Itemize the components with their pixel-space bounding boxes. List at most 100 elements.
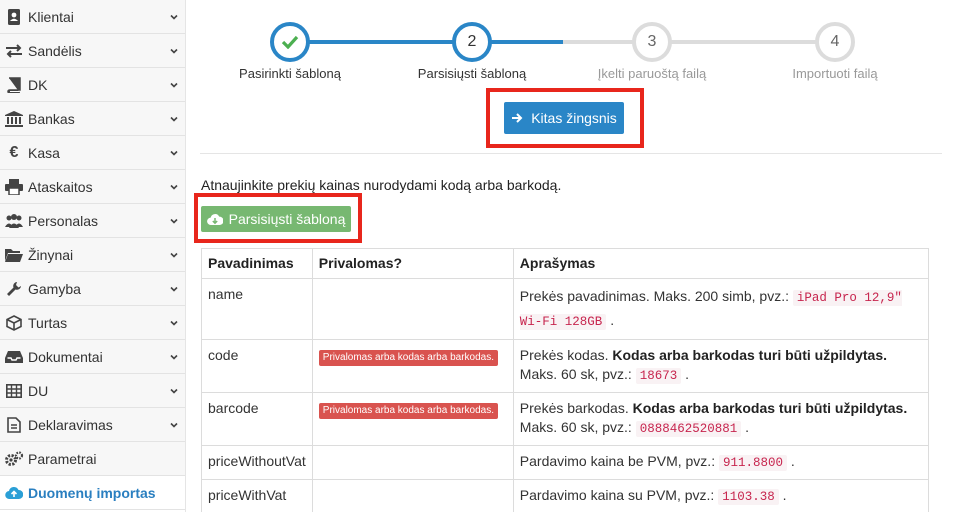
column-header-required: Privalomas? xyxy=(311,248,514,279)
sidebar-item-zinynai[interactable]: Žinynai xyxy=(0,238,185,272)
field-name: code xyxy=(201,339,313,393)
description-text: Pardavimo kaina be PVM, pvz.: xyxy=(519,453,719,469)
arrow-right-icon xyxy=(512,113,523,123)
step-3-circle: 3 xyxy=(632,22,672,62)
file-text-icon xyxy=(4,416,24,434)
intro-text: Atnaujinkite prekių kainas nurodydami ko… xyxy=(201,177,562,193)
sidebar-item-label: Sandėlis xyxy=(28,42,82,59)
cogs-icon xyxy=(4,450,24,468)
download-template-button[interactable]: Parsisiųsti šabloną xyxy=(201,206,351,232)
chevron-down-icon xyxy=(170,422,178,428)
bank-icon xyxy=(4,110,24,128)
sidebar-item-label: Deklaravimas xyxy=(28,416,113,433)
sidebar-item-sandelis[interactable]: Sandėlis xyxy=(0,34,185,68)
sidebar-item-klientai[interactable]: Klientai xyxy=(0,0,185,34)
sidebar-item-label: Personalas xyxy=(28,212,99,229)
sidebar-item-bankas[interactable]: Bankas xyxy=(0,102,185,136)
step-number: 3 xyxy=(647,33,657,50)
exchange-arrows-icon xyxy=(4,42,24,60)
field-required xyxy=(311,278,514,340)
example-value: 18673 xyxy=(635,368,682,384)
description-text: Prekės barkodas. xyxy=(519,400,633,416)
example-value: 0888462520881 xyxy=(635,421,742,437)
fields-table: Pavadinimas Privalomas? Aprašymas name P… xyxy=(201,248,930,512)
euro-icon: € xyxy=(9,143,19,161)
chevron-down-icon xyxy=(170,252,178,258)
description-end: . xyxy=(790,453,795,469)
step-number: 2 xyxy=(467,33,477,50)
sidebar-item-ataskaitos[interactable]: Ataskaitos xyxy=(0,170,185,204)
table-header-row: Pavadinimas Privalomas? Aprašymas xyxy=(201,248,930,279)
description-end: . xyxy=(610,312,615,328)
step-connector-pending xyxy=(563,40,835,44)
sidebar-item-parametrai[interactable]: Parametrai xyxy=(0,442,185,476)
sidebar-item-dokumentai[interactable]: Dokumentai xyxy=(0,340,185,374)
step-4-label: Importuoti failą xyxy=(792,66,878,81)
chevron-down-icon xyxy=(170,218,178,224)
step-1-circle xyxy=(270,22,310,62)
chevron-down-icon xyxy=(170,354,178,360)
sidebar-item-label: Klientai xyxy=(28,8,74,25)
sidebar-item-kasa[interactable]: € Kasa xyxy=(0,136,185,170)
description-end: . xyxy=(745,419,750,435)
sidebar-item-duomenu-importas[interactable]: Duomenų importas xyxy=(0,476,185,510)
wrench-icon xyxy=(4,280,24,298)
description-bold: Kodas arba barkodas turi būti užpildytas… xyxy=(632,400,908,416)
field-required xyxy=(311,445,514,480)
column-header-description: Aprašymas xyxy=(512,248,930,279)
section-divider xyxy=(200,153,942,154)
sidebar-item-label: Ataskaitos xyxy=(28,178,93,195)
main-content: 2 3 4 Pasirinkti šabloną Parsisiųsti šab… xyxy=(186,0,954,512)
chevron-down-icon xyxy=(170,82,178,88)
description-end: . xyxy=(782,487,787,503)
field-name: name xyxy=(201,278,313,340)
sidebar: Klientai Sandėlis DK Bankas € Kasa Atask… xyxy=(0,0,186,512)
book-icon xyxy=(4,76,24,94)
chevron-down-icon xyxy=(170,116,178,122)
table-row: priceWithVat Pardavimo kaina su PVM, pvz… xyxy=(201,479,930,512)
next-step-button[interactable]: Kitas žingsnis xyxy=(504,102,624,134)
chevron-down-icon xyxy=(170,14,178,20)
field-description: Prekės kodas. Kodas arba barkodas turi b… xyxy=(512,339,930,393)
chevron-down-icon xyxy=(170,286,178,292)
example-value: 911.8800 xyxy=(718,455,787,471)
field-description: Prekės barkodas. Kodas arba barkodas tur… xyxy=(512,392,930,446)
cloud-upload-icon xyxy=(4,484,24,502)
column-header-name: Pavadinimas xyxy=(201,248,313,279)
printer-icon xyxy=(4,178,24,196)
chevron-down-icon xyxy=(170,388,178,394)
step-4-circle: 4 xyxy=(815,22,855,62)
chevron-down-icon xyxy=(170,184,178,190)
sidebar-item-turtas[interactable]: Turtas xyxy=(0,306,185,340)
step-2-label: Parsisiųsti šabloną xyxy=(417,66,527,81)
field-required xyxy=(311,479,514,512)
required-badge: Privalomas arba kodas arba barkodas. xyxy=(318,350,498,366)
sidebar-item-du[interactable]: DU xyxy=(0,374,185,408)
contacts-book-icon xyxy=(4,8,24,26)
field-required: Privalomas arba kodas arba barkodas. xyxy=(311,339,514,393)
description-mid: Maks. 60 sk, pvz.: xyxy=(519,366,636,382)
sidebar-item-label: Bankas xyxy=(28,110,75,127)
field-description: Prekės pavadinimas. Maks. 200 simb, pvz.… xyxy=(512,278,930,340)
sidebar-item-label: Parametrai xyxy=(28,450,97,467)
sidebar-item-dk[interactable]: DK xyxy=(0,68,185,102)
cube-icon xyxy=(4,314,24,332)
table-row: priceWithoutVat Pardavimo kaina be PVM, … xyxy=(201,445,930,480)
sidebar-item-label: Dokumentai xyxy=(28,348,103,365)
chevron-down-icon xyxy=(170,320,178,326)
field-description: Pardavimo kaina be PVM, pvz.: 911.8800 . xyxy=(512,445,930,480)
description-text: Pardavimo kaina su PVM, pvz.: xyxy=(519,487,719,503)
inbox-icon xyxy=(4,348,24,366)
chevron-down-icon xyxy=(170,48,178,54)
step-1-label: Pasirinkti šabloną xyxy=(239,66,341,81)
sidebar-item-label: Žinynai xyxy=(28,246,74,263)
sidebar-item-deklaravimas[interactable]: Deklaravimas xyxy=(0,408,185,442)
description-text: Prekės pavadinimas. Maks. 200 simb, pvz.… xyxy=(519,288,793,304)
sidebar-item-personalas[interactable]: Personalas xyxy=(0,204,185,238)
sidebar-item-label: DK xyxy=(28,76,48,93)
table-row: name Prekės pavadinimas. Maks. 200 simb,… xyxy=(201,278,930,340)
sidebar-item-gamyba[interactable]: Gamyba xyxy=(0,272,185,306)
cloud-download-icon xyxy=(206,213,223,225)
required-badge: Privalomas arba kodas arba barkodas. xyxy=(318,403,498,419)
download-template-label: Parsisiųsti šabloną xyxy=(228,211,346,227)
